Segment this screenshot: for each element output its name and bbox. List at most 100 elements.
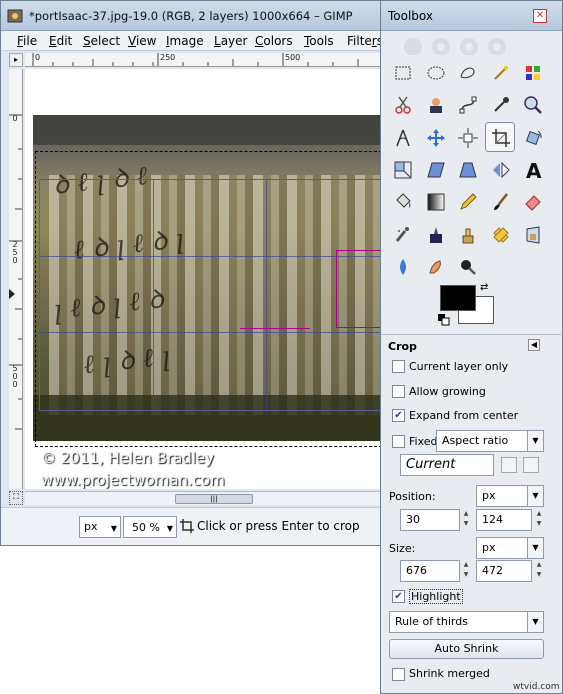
position-x-spin[interactable]: ▲ ▼	[461, 509, 471, 531]
size-unit-select[interactable]: px ▼	[476, 537, 544, 559]
expand-from-center-checkbox[interactable]: ✔	[392, 409, 405, 422]
close-icon[interactable]: ✕	[533, 9, 547, 23]
tool-text-button[interactable]: A	[517, 154, 547, 184]
ink-icon	[429, 226, 442, 243]
tool-ellipse-select-button[interactable]	[420, 57, 450, 87]
tool-crop-button[interactable]	[484, 121, 515, 152]
align-icon	[458, 127, 478, 148]
size-width-value: 676	[406, 564, 427, 577]
eraser-icon	[525, 195, 541, 211]
site-watermark: wtvid.com	[513, 682, 560, 692]
fixed-checkbox[interactable]	[392, 435, 405, 448]
aspect-preset-field[interactable]: Current	[400, 454, 494, 476]
tool-paintbrush-button[interactable]	[485, 186, 515, 216]
tool-paths-button[interactable]	[452, 89, 482, 119]
tool-airbrush-button[interactable]	[387, 219, 417, 249]
size-width-field[interactable]: 676	[400, 560, 460, 582]
toolbox-title-bar[interactable]: Toolbox ✕	[381, 1, 562, 31]
allow-growing-checkbox[interactable]	[392, 385, 405, 398]
perspective-clone-icon	[526, 225, 540, 244]
shrink-merged-checkbox[interactable]	[392, 668, 405, 681]
menu-view[interactable]: View	[128, 34, 156, 48]
horizontal-scrollbar[interactable]: |||	[25, 491, 382, 505]
tool-zoom-button[interactable]	[517, 89, 547, 119]
position-y-value: 124	[482, 513, 503, 526]
menu-tools[interactable]: Tools	[304, 34, 334, 48]
reset-colors-icon[interactable]	[438, 314, 450, 326]
tool-bucket-fill-button[interactable]	[387, 186, 417, 216]
tool-free-select-button[interactable]	[452, 57, 482, 87]
tool-smudge-button[interactable]	[420, 251, 450, 281]
tool-ink-button[interactable]	[420, 219, 450, 249]
navigate-icon[interactable]: ⛶	[9, 491, 23, 505]
size-width-spin[interactable]: ▲ ▼	[461, 560, 471, 582]
menu-colors[interactable]: Colors	[255, 34, 293, 48]
vertical-ruler[interactable]: 0 250 500	[9, 69, 23, 489]
crop-handle-right[interactable]	[336, 250, 382, 328]
tool-eraser-button[interactable]	[517, 186, 547, 216]
tool-color-picker-button[interactable]	[485, 89, 515, 119]
horizontal-ruler[interactable]: 0 250 500	[25, 53, 382, 67]
image-window-title-bar[interactable]: *portIsaac-37.jpg-19.0 (RGB, 2 layers) 1…	[1, 1, 391, 31]
tool-flip-button[interactable]	[485, 154, 515, 184]
chevron-down-icon: ▼	[166, 524, 173, 533]
tool-fuzzy-select-button[interactable]	[485, 57, 515, 87]
tool-dodge-burn-button[interactable]	[452, 251, 482, 281]
tool-scale-button[interactable]	[387, 154, 417, 184]
tool-blur-button[interactable]	[387, 251, 417, 281]
menu-select[interactable]: Select	[83, 34, 120, 48]
landscape-icon[interactable]	[523, 457, 539, 473]
tool-move-button[interactable]	[420, 122, 450, 152]
tool-pencil-button[interactable]	[452, 186, 482, 216]
menu-edit[interactable]: Edit	[49, 34, 72, 48]
flip-icon	[492, 161, 510, 179]
menu-filters[interactable]: Filters	[347, 34, 383, 48]
highlight-label: Highlight	[409, 589, 463, 604]
position-unit-select[interactable]: px ▼	[476, 485, 544, 507]
ruler-ticks	[32, 53, 359, 66]
tool-heal-button[interactable]	[485, 219, 515, 249]
image-canvas[interactable]: ꝺ ℓ ꞁ ꝺ ℓ ℓ ꝺ ꞁ ℓ ꝺ ꞁ ꞁ ℓ ꝺ ꞁ ℓ ꝺ ℓ ꞁ ꝺ …	[25, 69, 382, 489]
size-height-field[interactable]: 472	[476, 560, 532, 582]
crop-handle-bottom[interactable]	[240, 328, 310, 412]
foreground-color-swatch-front[interactable]	[440, 285, 476, 311]
position-y-spin[interactable]: ▲ ▼	[534, 509, 544, 531]
tool-blend-button[interactable]	[420, 186, 450, 216]
configure-tab-icon[interactable]: ◀	[528, 339, 540, 351]
fixed-mode-select[interactable]: Aspect ratio ▼	[436, 430, 544, 452]
tool-rotate-button[interactable]	[517, 122, 547, 152]
chevron-down-icon: ▼	[527, 538, 543, 558]
menu-image[interactable]: Image	[166, 34, 204, 48]
tool-select-by-color-button[interactable]	[517, 57, 547, 87]
portrait-icon[interactable]	[501, 457, 517, 473]
tool-measure-button[interactable]	[387, 122, 417, 152]
unit-select-value: px	[84, 520, 98, 533]
guides-select[interactable]: Rule of thirds ▼	[389, 611, 544, 633]
tool-shear-button[interactable]	[420, 154, 450, 184]
dodge-burn-icon	[461, 259, 476, 275]
menu-layer[interactable]: Layer	[214, 34, 247, 48]
highlight-checkbox[interactable]: ✔	[392, 590, 405, 603]
position-x-value: 30	[406, 513, 420, 526]
size-height-spin[interactable]: ▲ ▼	[534, 560, 544, 582]
tool-clone-button[interactable]	[452, 219, 482, 249]
tool-rect-select-button[interactable]	[387, 57, 417, 87]
position-x-field[interactable]: 30	[400, 509, 460, 531]
tool-align-button[interactable]	[452, 122, 482, 152]
tool-perspective-clone-button[interactable]	[517, 219, 547, 249]
quick-mask-toggle[interactable]: ▸	[9, 53, 23, 67]
crop-rectangle[interactable]	[39, 179, 382, 411]
status-bar: px ▼ 50 % ▼ Click or press Enter to crop	[1, 507, 391, 545]
zoom-select[interactable]: 50 % ▼	[123, 516, 177, 538]
menu-file[interactable]: File	[17, 34, 37, 48]
tool-foreground-select-button[interactable]	[420, 89, 450, 119]
guides-value: Rule of thirds	[395, 615, 468, 628]
unit-select[interactable]: px ▼	[79, 516, 121, 538]
tool-scissors-select-button[interactable]	[387, 89, 417, 119]
horizontal-scrollbar-thumb[interactable]: |||	[175, 494, 253, 504]
auto-shrink-button[interactable]: Auto Shrink	[389, 639, 544, 659]
position-y-field[interactable]: 124	[476, 509, 532, 531]
current-layer-only-checkbox[interactable]	[392, 360, 405, 373]
swap-colors-icon[interactable]: ⇄	[480, 282, 492, 294]
tool-perspective-button[interactable]	[452, 154, 482, 184]
